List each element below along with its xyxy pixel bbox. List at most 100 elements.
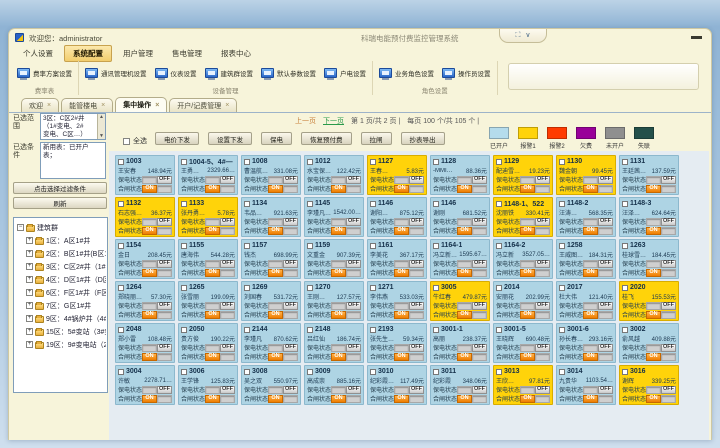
expand-icon[interactable]: + bbox=[26, 276, 33, 283]
choose-filter-button[interactable]: 点击选择过滤条件 bbox=[13, 182, 107, 194]
switch-on-button[interactable]: ON bbox=[520, 227, 535, 235]
power-protect-off-button[interactable]: OFF bbox=[472, 302, 487, 310]
action-button[interactable]: 保电 bbox=[261, 132, 292, 145]
select-all[interactable]: 全选 bbox=[123, 136, 147, 146]
power-protect-toggle[interactable]: OFF bbox=[583, 344, 613, 352]
action-button[interactable]: 设置下发 bbox=[208, 132, 252, 145]
card-checkbox[interactable] bbox=[244, 327, 250, 333]
power-protect-toggle[interactable]: OFF bbox=[457, 386, 487, 394]
ribbon-button[interactable]: 户电设置 bbox=[320, 66, 370, 80]
power-protect-toggle[interactable]: OFF bbox=[331, 176, 361, 184]
power-protect-toggle[interactable]: OFF bbox=[583, 218, 613, 226]
power-protect-toggle[interactable]: OFF bbox=[331, 218, 361, 226]
card-checkbox[interactable] bbox=[118, 369, 124, 375]
card-checkbox[interactable] bbox=[307, 285, 313, 291]
switch-on-button[interactable]: ON bbox=[331, 269, 346, 277]
card-checkbox[interactable] bbox=[181, 159, 187, 165]
switch-status-toggle[interactable]: ON bbox=[520, 353, 550, 361]
meter-card[interactable]: 1258 王威图… 184.31元 保电状态 OFF 合闸状态 ON bbox=[556, 239, 616, 279]
ribbon-button[interactable]: 仪表设置 bbox=[151, 66, 201, 80]
document-tab[interactable]: 欢迎 × bbox=[21, 98, 59, 112]
document-tab[interactable]: 集中操作 × bbox=[115, 97, 167, 112]
switch-on-button[interactable]: ON bbox=[646, 311, 661, 319]
switch-status-toggle[interactable]: ON bbox=[331, 269, 361, 277]
close-icon[interactable]: × bbox=[47, 102, 51, 109]
power-protect-toggle[interactable]: OFF bbox=[646, 218, 676, 226]
switch-status-toggle[interactable]: ON bbox=[520, 227, 550, 235]
switch-on-button[interactable]: ON bbox=[457, 311, 472, 319]
switch-on-button[interactable]: ON bbox=[646, 353, 661, 361]
prev-page-link[interactable]: 上一页 bbox=[295, 116, 316, 126]
card-checkbox[interactable] bbox=[370, 159, 376, 165]
meter-card[interactable]: 2050 贵方俊 190.22元 保电状态 OFF 合闸状态 ON bbox=[178, 323, 238, 363]
power-protect-toggle[interactable]: OFF bbox=[205, 302, 235, 310]
close-icon[interactable]: × bbox=[225, 102, 229, 109]
meter-card[interactable]: 1134 韦品… 921.63元 保电状态 OFF 合闸状态 ON bbox=[241, 197, 301, 237]
meter-card[interactable]: 2014 安丽花 202.99元 保电状态 OFF 合闸状态 ON bbox=[493, 281, 553, 321]
card-checkbox[interactable] bbox=[370, 369, 376, 375]
power-protect-off-button[interactable]: OFF bbox=[346, 176, 361, 184]
meter-card[interactable]: 3005 牛红春 479.87元 保电状态 OFF 合闸状态 ON bbox=[430, 281, 490, 321]
switch-status-toggle[interactable]: ON bbox=[457, 311, 487, 319]
meter-card[interactable]: 1157 钱杰 698.99元 保电状态 OFF 合闸状态 ON bbox=[241, 239, 301, 279]
meter-card[interactable]: 3004 许敏 2278.71… 保电状态 OFF 合闸状态 ON bbox=[115, 365, 175, 405]
meter-card[interactable]: 1161 李美花 367.17元 保电状态 OFF 合闸状态 ON bbox=[367, 239, 427, 279]
meter-card[interactable]: 2148 吕红仙 186.74元 保电状态 OFF 合闸状态 ON bbox=[304, 323, 364, 363]
card-checkbox[interactable] bbox=[118, 243, 124, 249]
meter-card[interactable]: 3008 吴之双 550.97元 保电状态 OFF 合闸状态 ON bbox=[241, 365, 301, 405]
power-protect-toggle[interactable]: OFF bbox=[646, 176, 676, 184]
power-protect-off-button[interactable]: OFF bbox=[283, 176, 298, 184]
card-checkbox[interactable] bbox=[622, 327, 628, 333]
card-checkbox[interactable] bbox=[118, 201, 124, 207]
switch-status-toggle[interactable]: ON bbox=[646, 311, 676, 319]
power-protect-off-button[interactable]: OFF bbox=[157, 386, 172, 394]
power-protect-toggle[interactable]: OFF bbox=[331, 302, 361, 310]
power-protect-toggle[interactable]: OFF bbox=[142, 260, 172, 268]
ribbon-button[interactable]: 业务角色设置 bbox=[375, 66, 438, 80]
power-protect-off-button[interactable]: OFF bbox=[598, 176, 613, 184]
menu-item[interactable]: 用户管理 bbox=[115, 46, 161, 61]
switch-status-toggle[interactable]: ON bbox=[394, 185, 424, 193]
switch-on-button[interactable]: ON bbox=[457, 269, 472, 277]
action-button[interactable]: 拉闸 bbox=[361, 132, 392, 145]
power-protect-toggle[interactable]: OFF bbox=[457, 218, 487, 226]
power-protect-toggle[interactable]: OFF bbox=[583, 176, 613, 184]
switch-on-button[interactable]: ON bbox=[142, 353, 157, 361]
power-protect-off-button[interactable]: OFF bbox=[283, 386, 298, 394]
tree-item[interactable]: + 6区：F区1#井（F区1#… bbox=[17, 286, 106, 299]
power-protect-off-button[interactable]: OFF bbox=[220, 176, 235, 184]
power-protect-off-button[interactable]: OFF bbox=[409, 176, 424, 184]
power-protect-off-button[interactable]: OFF bbox=[157, 260, 172, 268]
switch-status-toggle[interactable]: ON bbox=[268, 269, 298, 277]
power-protect-off-button[interactable]: OFF bbox=[283, 302, 298, 310]
power-protect-toggle[interactable]: OFF bbox=[583, 302, 613, 310]
switch-status-toggle[interactable]: ON bbox=[205, 395, 235, 403]
meter-card[interactable]: 2020 桂飞 155.53元 保电状态 OFF 合闸状态 ON bbox=[619, 281, 679, 321]
meter-card[interactable]: 1148-2 汪涛… 568.35元 保电状态 OFF 合闸状态 ON bbox=[556, 197, 616, 237]
power-protect-off-button[interactable]: OFF bbox=[157, 176, 172, 184]
switch-status-toggle[interactable]: ON bbox=[583, 185, 613, 193]
switch-status-toggle[interactable]: ON bbox=[394, 311, 424, 319]
switch-on-button[interactable]: ON bbox=[268, 227, 283, 235]
card-checkbox[interactable] bbox=[370, 327, 376, 333]
switch-on-button[interactable]: ON bbox=[646, 227, 661, 235]
card-checkbox[interactable] bbox=[244, 369, 250, 375]
card-checkbox[interactable] bbox=[622, 201, 628, 207]
power-protect-off-button[interactable]: OFF bbox=[220, 386, 235, 394]
meter-card[interactable]: 3014 九贵华 1103.54… 保电状态 OFF 合闸状态 ON bbox=[556, 365, 616, 405]
card-checkbox[interactable] bbox=[433, 327, 439, 333]
meter-card[interactable]: 2144 李瑾凡 870.62元 保电状态 OFF 合闸状态 ON bbox=[241, 323, 301, 363]
ribbon-button[interactable]: 费率方案设置 bbox=[13, 66, 76, 80]
switch-on-button[interactable]: ON bbox=[520, 185, 535, 193]
switch-on-button[interactable]: ON bbox=[394, 185, 409, 193]
card-checkbox[interactable] bbox=[622, 159, 628, 165]
switch-status-toggle[interactable]: ON bbox=[583, 269, 613, 277]
meter-card[interactable]: 3013 王欣… 97.81元 保电状态 OFF 合闸状态 ON bbox=[493, 365, 553, 405]
card-checkbox[interactable] bbox=[307, 159, 313, 165]
listbox-scrollbar[interactable]: ▲ ▼ bbox=[97, 114, 105, 139]
next-page-link[interactable]: 下一页 bbox=[323, 116, 344, 126]
card-checkbox[interactable] bbox=[433, 201, 439, 207]
meter-card[interactable]: 3016 谢辉 339.25元 保电状态 OFF 合闸状态 ON bbox=[619, 365, 679, 405]
power-protect-off-button[interactable]: OFF bbox=[661, 386, 676, 394]
card-checkbox[interactable] bbox=[244, 285, 250, 291]
